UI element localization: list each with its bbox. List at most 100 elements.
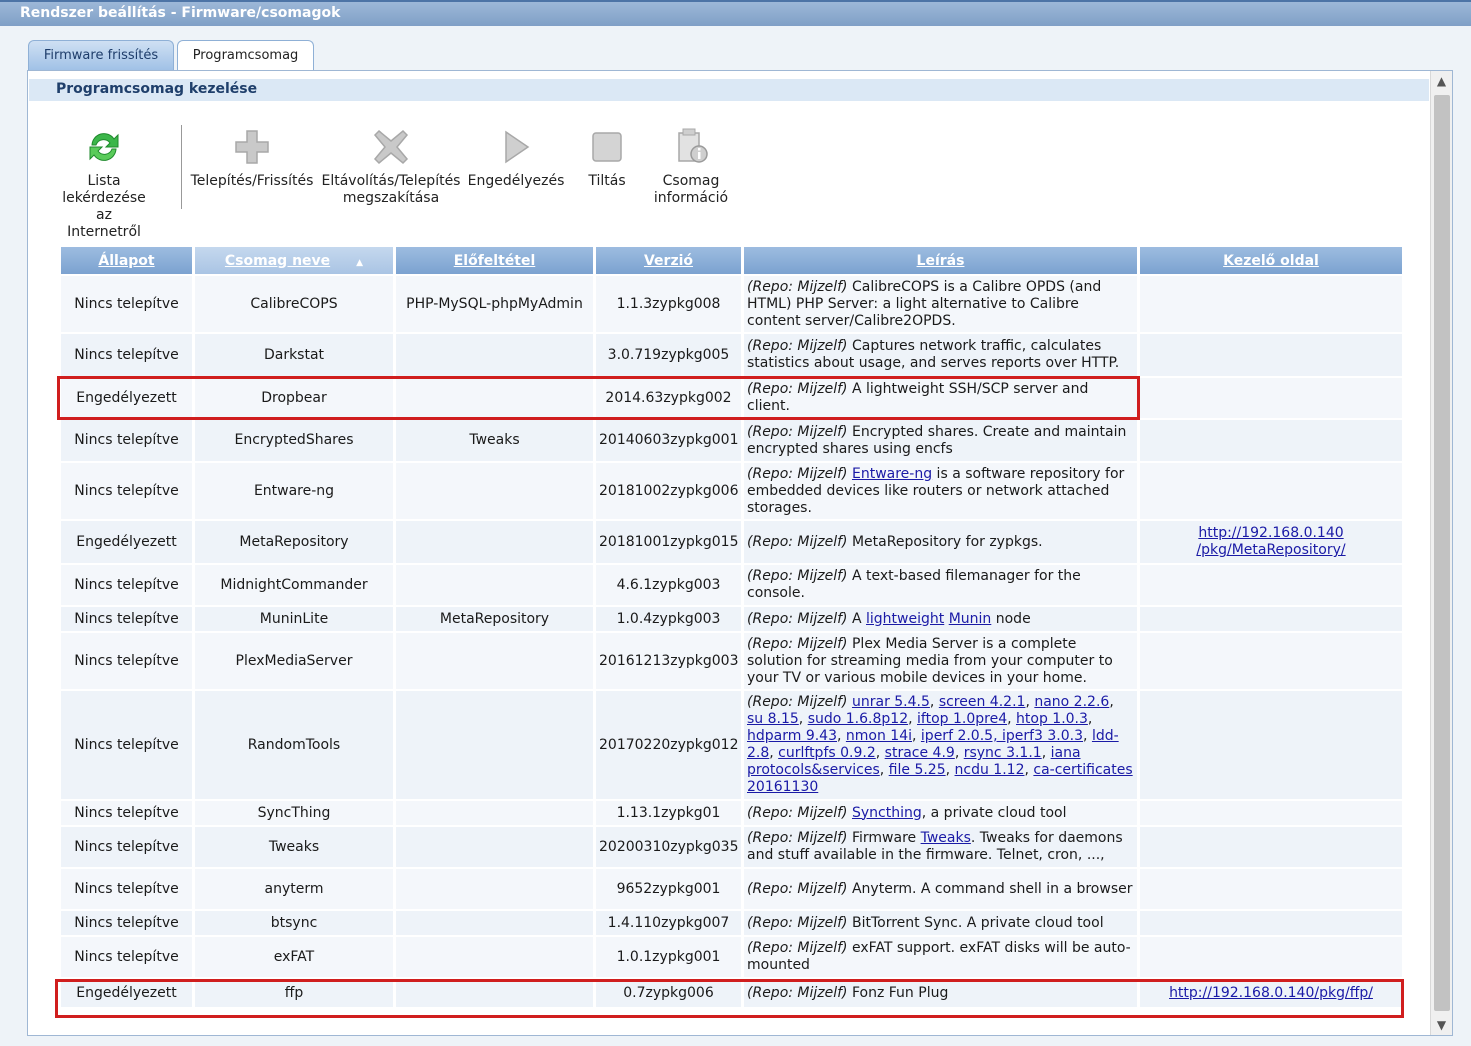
install-update-button[interactable]: Telepítés/Frissítés <box>187 121 317 190</box>
disable-button[interactable]: Tiltás <box>576 121 638 190</box>
tool-link-screen[interactable]: screen 4.2.1 <box>939 694 1026 710</box>
table-row[interactable]: Nincs telepítve CalibreCOPS PHP-MySQL-ph… <box>61 276 1402 334</box>
remove-x-icon <box>373 129 409 165</box>
cell-prerequisite <box>396 633 593 691</box>
repo-tag: (Repo: Mijzelf) <box>747 381 848 397</box>
description-text: , a private cloud tool <box>921 804 1067 821</box>
scrollbar-thumb[interactable] <box>1434 95 1450 1011</box>
cell-version: 1.1.3zypkg008 <box>596 276 741 334</box>
table-row[interactable]: Nincs telepítve PlexMediaServer 20161213… <box>61 633 1402 691</box>
column-header-name[interactable]: Csomag neve ▲ <box>195 247 393 276</box>
cell-status: Nincs telepítve <box>61 911 192 937</box>
cell-description: (Repo: Mijzelf) BitTorrent Sync. A priva… <box>744 911 1137 937</box>
entware-ng-link[interactable]: Entware-ng <box>852 466 932 482</box>
cell-description: (Repo: Mijzelf) Encrypted shares. Create… <box>744 420 1137 463</box>
package-info-button[interactable]: Csomag információ <box>646 121 736 207</box>
tool-link-nmon[interactable]: nmon 14i <box>846 728 912 744</box>
cell-name: RandomTools <box>195 691 393 801</box>
tool-link-sudo[interactable]: sudo 1.6.8p12 <box>808 711 908 727</box>
management-page-link[interactable]: http://192.168.0.140/pkg/ffp/ <box>1169 985 1373 1001</box>
table-row[interactable]: Nincs telepítve MuninLite MetaRepository… <box>61 607 1402 633</box>
table-row[interactable]: Engedélyezett Dropbear 2014.63zypkg002 (… <box>61 378 1402 420</box>
cell-status: Nincs telepítve <box>61 334 192 378</box>
lightweight-link[interactable]: lightweight <box>866 611 944 627</box>
tool-link-nano[interactable]: nano 2.2.6 <box>1034 694 1109 710</box>
cell-version: 1.13.1zypkg01 <box>596 801 741 827</box>
panel-title: Programcsomag kezelése <box>29 79 1429 101</box>
cell-prerequisite <box>396 979 593 1009</box>
refresh-label-1: Lista <box>87 173 121 189</box>
tool-link-ncdu[interactable]: ncdu 1.12 <box>955 762 1025 778</box>
tab-firmware-update[interactable]: Firmware frissítés <box>28 40 174 71</box>
tool-link-iftop[interactable]: iftop 1.0pre4 <box>917 711 1007 727</box>
column-header-prerequisite[interactable]: Előfeltétel <box>396 247 593 276</box>
table-row[interactable]: Nincs telepítve Entware-ng 20181002zypkg… <box>61 463 1402 521</box>
tool-link-curlftpfs[interactable]: curlftpfs 0.9.2 <box>778 745 876 761</box>
cell-version: 3.0.719zypkg005 <box>596 334 741 378</box>
tool-link-strace[interactable]: strace 4.9 <box>885 745 955 761</box>
tool-link-rsync[interactable]: rsync 3.1.1 <box>964 745 1042 761</box>
tool-link-htop[interactable]: htop 1.0.3 <box>1016 711 1088 727</box>
cell-management <box>1140 463 1402 521</box>
scroll-down-icon[interactable]: ▼ <box>1431 1015 1452 1035</box>
cell-description: (Repo: Mijzelf) A text-based filemanager… <box>744 565 1137 607</box>
vertical-scrollbar[interactable]: ▲ ▼ <box>1430 71 1452 1035</box>
package-panel: Programcsomag kezelése Lista lekérdezése… <box>27 70 1453 1036</box>
tweaks-link[interactable]: Tweaks <box>921 830 971 846</box>
cell-description: (Repo: Mijzelf) A lightweight Munin node <box>744 607 1137 633</box>
column-header-management[interactable]: Kezelő oldal <box>1140 247 1402 276</box>
remove-abort-button[interactable]: Eltávolítás/Telepítés megszakítása <box>321 121 461 207</box>
refresh-label-2: lekérdezése <box>62 190 146 206</box>
cell-name: MidnightCommander <box>195 565 393 607</box>
tab-programcsomag[interactable]: Programcsomag <box>177 40 314 72</box>
cell-prerequisite <box>396 521 593 565</box>
table-row[interactable]: Nincs telepítve EncryptedShares Tweaks 2… <box>61 420 1402 463</box>
tool-link-iperf[interactable]: iperf 2.0.5, iperf3 3.0.3 <box>921 728 1083 744</box>
management-page-link[interactable]: http://192.168.0.140/pkg/MetaRepository/ <box>1196 525 1345 558</box>
cell-status: Nincs telepítve <box>61 869 192 911</box>
column-header-status[interactable]: Állapot <box>61 247 192 276</box>
sort-ascending-icon: ▲ <box>356 257 364 268</box>
syncthing-link[interactable]: Syncthing <box>852 805 922 821</box>
cell-management <box>1140 420 1402 463</box>
scroll-up-icon[interactable]: ▲ <box>1431 71 1452 91</box>
cell-name: EncryptedShares <box>195 420 393 463</box>
enable-button[interactable]: Engedélyezés <box>466 121 566 190</box>
table-row[interactable]: Nincs telepítve SyncThing 1.13.1zypkg01 … <box>61 801 1402 827</box>
cell-management <box>1140 911 1402 937</box>
management-link-line-1: http://192.168.0.140 <box>1198 525 1344 541</box>
tool-link-unrar[interactable]: unrar 5.4.5 <box>852 694 930 710</box>
column-header-description[interactable]: Leírás <box>744 247 1137 276</box>
table-row[interactable]: Nincs telepítve MidnightCommander 4.6.1z… <box>61 565 1402 607</box>
table-row[interactable]: Nincs telepítve Tweaks 20200310zypkg035 … <box>61 827 1402 869</box>
cell-name: Dropbear <box>195 378 393 420</box>
refresh-list-button[interactable]: Lista lekérdezése az Internetről <box>56 121 152 241</box>
tool-link-su[interactable]: su 8.15 <box>747 711 799 727</box>
cell-version: 2014.63zypkg002 <box>596 378 741 420</box>
description-text: node <box>991 610 1031 627</box>
table-row[interactable]: Engedélyezett ffp 0.7zypkg006 (Repo: Mij… <box>61 979 1402 1009</box>
munin-link[interactable]: Munin <box>949 611 992 627</box>
tool-link-file[interactable]: file 5.25 <box>889 762 946 778</box>
install-label: Telepítés/Frissítés <box>190 173 314 189</box>
table-row[interactable]: Engedélyezett MetaRepository 20181001zyp… <box>61 521 1402 565</box>
table-row[interactable]: Nincs telepítve Darkstat 3.0.719zypkg005… <box>61 334 1402 378</box>
repo-tag: (Repo: Mijzelf) <box>747 940 848 956</box>
table-row[interactable]: Nincs telepítve btsync 1.4.110zypkg007 (… <box>61 911 1402 937</box>
cell-name: btsync <box>195 911 393 937</box>
cell-status: Engedélyezett <box>61 521 192 565</box>
table-row[interactable]: Nincs telepítve exFAT 1.0.1zypkg001 (Rep… <box>61 937 1402 979</box>
cell-prerequisite <box>396 937 593 979</box>
cell-status: Nincs telepítve <box>61 937 192 979</box>
repo-tag: (Repo: Mijzelf) <box>747 465 848 482</box>
repo-tag: (Repo: Mijzelf) <box>747 880 848 897</box>
disable-label: Tiltás <box>588 173 626 189</box>
table-row[interactable]: Nincs telepítve anyterm 9652zypkg001 (Re… <box>61 869 1402 911</box>
window-title: Rendszer beállítás - Firmware/csomagok <box>0 0 1471 26</box>
package-table-body: Nincs telepítve CalibreCOPS PHP-MySQL-ph… <box>61 276 1402 1009</box>
cell-description: (Repo: Mijzelf) Entware-ng is a software… <box>744 463 1137 521</box>
table-row[interactable]: Nincs telepítve RandomTools 20170220zypk… <box>61 691 1402 801</box>
column-header-version[interactable]: Verzió <box>596 247 741 276</box>
refresh-label-4: Internetről <box>67 224 141 240</box>
tool-link-hdparm[interactable]: hdparm 9.43 <box>747 728 837 744</box>
